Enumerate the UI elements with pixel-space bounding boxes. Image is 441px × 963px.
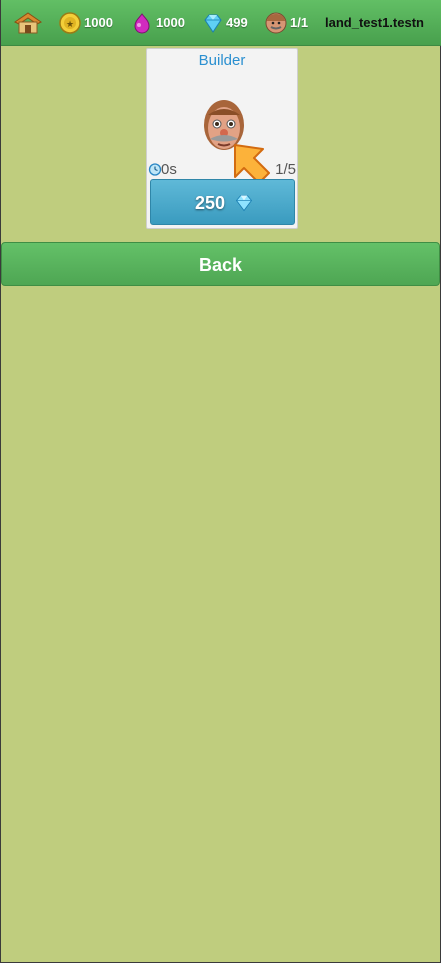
builder-count: 1/1	[290, 15, 309, 30]
buy-builder-button[interactable]: 250	[150, 179, 295, 225]
builder-shop-card[interactable]: Builder 0s 1/5 250	[146, 48, 298, 229]
builder-limit: 1/5	[275, 161, 296, 178]
back-button[interactable]: Back	[1, 242, 440, 286]
builder-face-icon	[265, 12, 287, 34]
gem-icon	[204, 14, 222, 33]
land-name: land_test1.testn	[325, 15, 424, 30]
gold-amount: 1000	[84, 15, 113, 30]
price-label: 250	[195, 193, 226, 213]
elixir-amount: 1000	[156, 15, 185, 30]
gem-amount: 499	[226, 15, 248, 30]
gem-icon	[235, 195, 253, 212]
build-time: 0s	[161, 161, 177, 178]
resource-bar: ★ 1000 1000 499 1/1 land_test1.testn	[1, 0, 441, 46]
back-button-label: Back	[198, 255, 243, 275]
timer-icon	[148, 163, 162, 176]
gold-coin-icon: ★	[59, 12, 81, 34]
elixir-icon	[134, 13, 150, 34]
svg-text:★: ★	[66, 20, 74, 30]
town-hall-icon[interactable]	[13, 10, 43, 36]
card-title: Builder	[198, 52, 246, 69]
